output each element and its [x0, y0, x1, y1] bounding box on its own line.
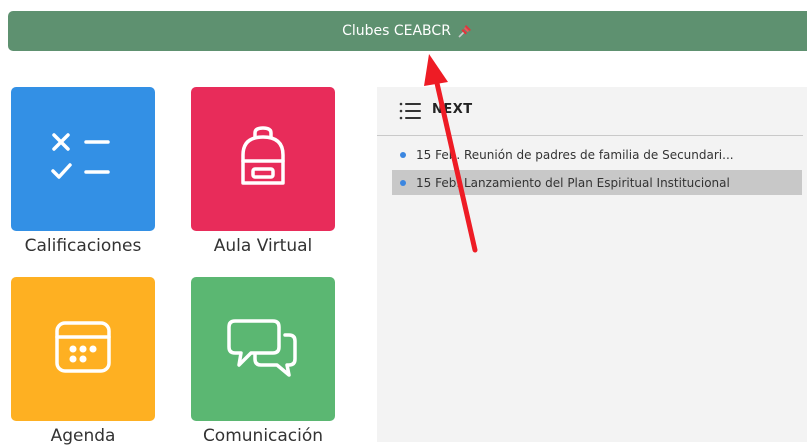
comunicacion-tile[interactable] — [191, 277, 335, 421]
agenda-label: Agenda — [50, 426, 116, 446]
upcoming-events-panel: NEXT 15 Feb. Reunión de padres de famili… — [377, 87, 807, 442]
comunicacion-label: Comunicación — [202, 426, 324, 446]
chat-bubbles-icon — [227, 315, 299, 383]
events-panel-title: NEXT — [432, 102, 473, 117]
banner-title: Clubes CEABCR — [342, 23, 451, 39]
event-date: 15 Feb. — [416, 147, 461, 162]
pushpin-icon — [457, 23, 473, 39]
event-description: Reunión de padres de familia de Secundar… — [464, 147, 734, 162]
event-dot-icon — [400, 179, 406, 186]
backpack-icon — [233, 125, 293, 193]
agenda-tile[interactable] — [11, 277, 155, 421]
calificaciones-label: Calificaciones — [24, 236, 142, 256]
event-date: 15 Feb. — [416, 175, 461, 190]
event-description: Lanzamiento del Plan Espiritual Instituc… — [464, 175, 730, 190]
aula-virtual-tile[interactable] — [191, 87, 335, 231]
events-panel-header: NEXT — [377, 87, 803, 136]
calificaciones-tile[interactable] — [11, 87, 155, 231]
calendar-icon — [51, 317, 115, 381]
event-item[interactable]: 15 Feb. Reunión de padres de familia de … — [392, 142, 802, 167]
grading-checklist-icon — [48, 127, 118, 191]
list-icon — [399, 101, 421, 125]
clubs-banner[interactable]: Clubes CEABCR — [8, 11, 807, 51]
aula-virtual-label: Aula Virtual — [213, 236, 313, 256]
event-item-selected[interactable]: 15 Feb. Lanzamiento del Plan Espiritual … — [392, 170, 802, 195]
event-dot-icon — [400, 151, 406, 158]
